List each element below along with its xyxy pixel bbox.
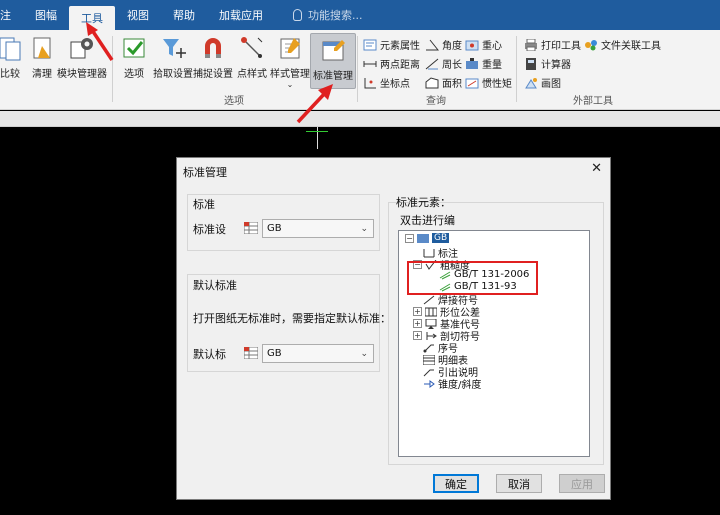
welding-icon — [423, 295, 435, 305]
leader-icon — [423, 367, 435, 377]
standard-label: 标准设 — [193, 223, 226, 236]
tree-node-taper-slope[interactable]: 锥度/斜度 — [423, 376, 481, 391]
default-standard-select[interactable]: GB ⌄ — [262, 344, 374, 363]
ok-button[interactable]: 确定 — [433, 474, 479, 493]
cursor-crosshair-horizontal — [306, 131, 328, 132]
chevron-down-icon: ⌄ — [360, 349, 368, 359]
apply-button[interactable]: 应用 — [559, 474, 605, 493]
default-standard-title: 默认标准 — [193, 279, 237, 292]
expand-icon[interactable]: + — [413, 307, 422, 316]
geometric-tolerance-icon — [424, 307, 438, 317]
cancel-button[interactable]: 取消 — [496, 474, 542, 493]
bom-table-icon — [422, 354, 436, 365]
highlight-rectangle — [407, 261, 538, 295]
standard-folder-icon — [417, 233, 429, 243]
close-icon[interactable]: ✕ — [591, 161, 602, 176]
item-number-icon — [423, 343, 435, 353]
standard-elements-title: 标准元素： — [396, 196, 451, 209]
collapse-icon[interactable]: − — [405, 233, 414, 243]
taper-icon — [423, 379, 435, 389]
standard-select[interactable]: GB ⌄ — [262, 219, 374, 238]
dialog-title: 标准管理 — [183, 166, 227, 179]
dimension-icon — [423, 248, 435, 258]
table-icon — [244, 347, 258, 359]
default-standard-label: 默认标 — [193, 348, 226, 361]
section-icon — [425, 331, 437, 341]
table-icon — [244, 222, 258, 234]
chevron-down-icon: ⌄ — [360, 224, 368, 234]
datum-icon — [425, 318, 437, 329]
standard-panel-title: 标准 — [193, 198, 215, 211]
default-standard-hint: 打开图纸无标准时，需要指定默认标准： — [193, 312, 391, 325]
double-click-hint: 双击进行编 — [400, 214, 455, 227]
expand-icon[interactable]: + — [413, 319, 422, 328]
standard-manager-dialog: 标准管理 ✕ 标准 标准设 GB ⌄ 默认标准 打开图纸无标准时，需要指定默认标… — [176, 157, 611, 500]
expand-icon[interactable]: + — [413, 331, 422, 340]
tree-node-root[interactable]: − GB — [405, 233, 450, 243]
